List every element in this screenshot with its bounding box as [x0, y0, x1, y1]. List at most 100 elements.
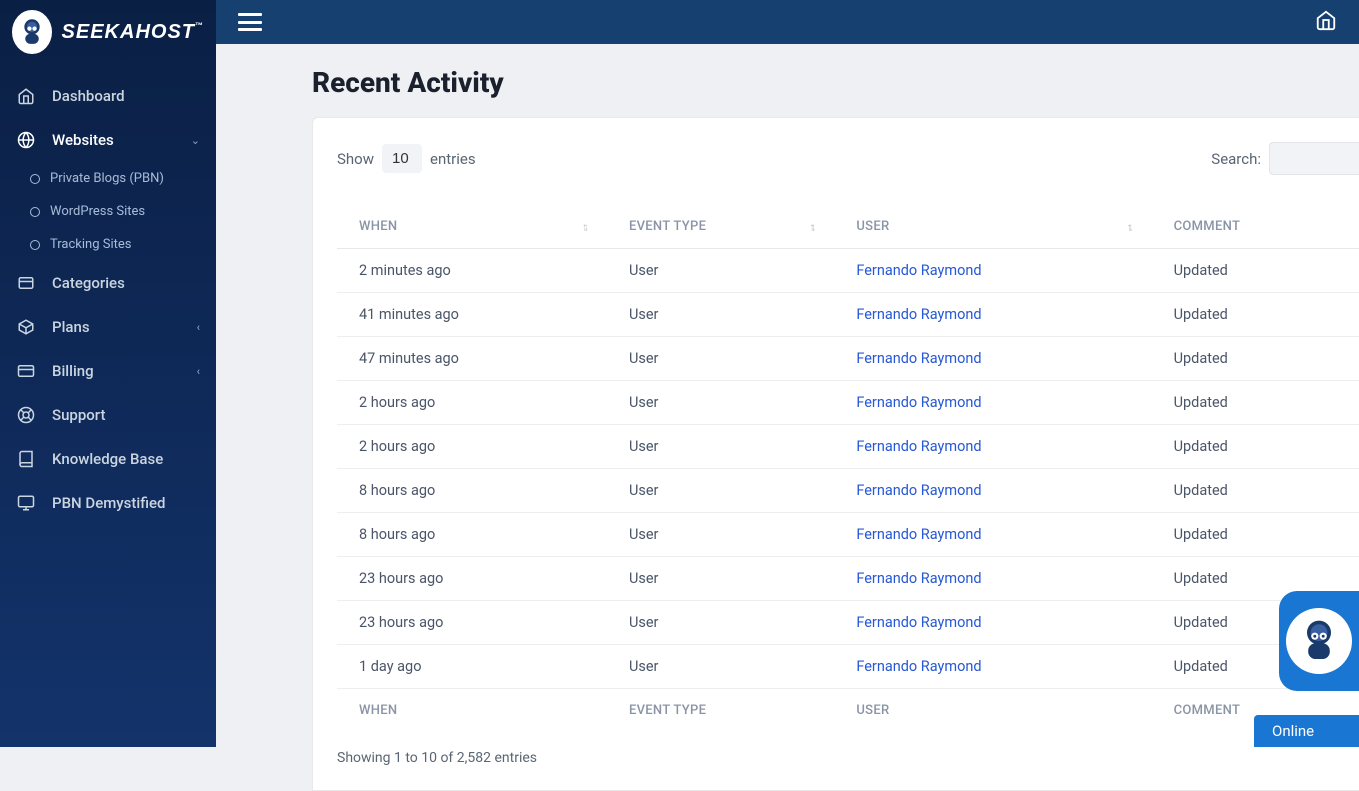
cell-user: Fernando Raymond: [834, 557, 1151, 601]
sidebar-item-label: Categories: [52, 274, 125, 292]
sort-icon: ↑↓: [1127, 220, 1130, 233]
user-link[interactable]: Fernando Raymond: [856, 394, 981, 411]
table-row: 23 hours ago User Fernando Raymond Updat…: [337, 557, 1359, 601]
table-row: 2 hours ago User Fernando Raymond Update…: [337, 381, 1359, 425]
user-link[interactable]: Fernando Raymond: [856, 658, 981, 675]
column-footer-event-type: EVENT TYPE: [607, 689, 834, 733]
cell-user: Fernando Raymond: [834, 381, 1151, 425]
monitor-icon: [16, 493, 36, 513]
user-link[interactable]: Fernando Raymond: [856, 482, 981, 499]
cell-comment: Updated: [1152, 249, 1359, 293]
cell-comment: Updated: [1152, 513, 1359, 557]
cell-user: Fernando Raymond: [834, 425, 1151, 469]
sidebar-item-label: Dashboard: [52, 87, 125, 105]
table-info: Showing 1 to 10 of 2,582 entries: [337, 732, 1359, 766]
user-link[interactable]: Fernando Raymond: [856, 262, 981, 279]
sidebar-subitem-private-blogs[interactable]: Private Blogs (PBN): [0, 162, 216, 195]
cell-user: Fernando Raymond: [834, 337, 1151, 381]
show-label: Show: [337, 150, 374, 168]
sidebar-item-label: PBN Demystified: [52, 494, 165, 512]
sidebar-subitem-wordpress[interactable]: WordPress Sites: [0, 195, 216, 228]
sidebar-item-websites[interactable]: Websites ⌄: [0, 118, 216, 162]
sidebar-item-pbn-demystified[interactable]: PBN Demystified: [0, 481, 216, 525]
cell-event-type: User: [607, 469, 834, 513]
sidebar-item-label: Support: [52, 406, 105, 424]
menu-toggle-button[interactable]: [238, 13, 262, 31]
sidebar-nav: Dashboard Websites ⌄ Private Blogs (PBN)…: [0, 74, 216, 525]
sidebar-subitem-tracking[interactable]: Tracking Sites: [0, 228, 216, 261]
search-control: Search:: [1211, 142, 1359, 175]
sidebar-item-categories[interactable]: Categories: [0, 261, 216, 305]
brand-avatar: [12, 10, 52, 54]
bullet-icon: [30, 240, 40, 250]
column-footer-when: WHEN: [337, 689, 607, 733]
cell-user: Fernando Raymond: [834, 645, 1151, 689]
sidebar-item-label: Websites: [52, 131, 114, 149]
cell-event-type: User: [607, 249, 834, 293]
cell-comment: Updated: [1152, 469, 1359, 513]
table-row: 41 minutes ago User Fernando Raymond Upd…: [337, 293, 1359, 337]
sidebar-item-plans[interactable]: Plans ‹: [0, 305, 216, 349]
sidebar-subitem-label: Tracking Sites: [50, 237, 132, 252]
column-header-when[interactable]: WHEN ↑↓: [337, 205, 607, 249]
page-size-select[interactable]: [382, 144, 422, 173]
column-header-event-type[interactable]: EVENT TYPE ↑↓: [607, 205, 834, 249]
card-icon: [16, 361, 36, 381]
user-link[interactable]: Fernando Raymond: [856, 306, 981, 323]
cell-user: Fernando Raymond: [834, 249, 1151, 293]
search-input[interactable]: [1269, 142, 1359, 175]
cell-user: Fernando Raymond: [834, 293, 1151, 337]
cell-comment: Updated: [1152, 293, 1359, 337]
sidebar-item-dashboard[interactable]: Dashboard: [0, 74, 216, 118]
cell-when: 23 hours ago: [337, 557, 607, 601]
chevron-down-icon: ⌄: [191, 134, 200, 147]
sidebar-item-label: Plans: [52, 318, 90, 336]
user-link[interactable]: Fernando Raymond: [856, 614, 981, 631]
search-label: Search:: [1211, 150, 1261, 168]
cell-comment: Updated: [1152, 337, 1359, 381]
cell-event-type: User: [607, 601, 834, 645]
bullet-icon: [30, 174, 40, 184]
page-title: Recent Activity: [216, 44, 1359, 117]
sort-icon: ↑↓: [809, 220, 812, 233]
user-link[interactable]: Fernando Raymond: [856, 526, 981, 543]
cell-user: Fernando Raymond: [834, 513, 1151, 557]
cell-event-type: User: [607, 513, 834, 557]
cell-when: 47 minutes ago: [337, 337, 607, 381]
table-row: 23 hours ago User Fernando Raymond Updat…: [337, 601, 1359, 645]
table-header-row: WHEN ↑↓ EVENT TYPE ↑↓ USER ↑↓ COMMENT: [337, 205, 1359, 249]
cell-when: 2 hours ago: [337, 425, 607, 469]
home-icon: [16, 86, 36, 106]
chat-widget-avatar[interactable]: [1279, 591, 1359, 691]
mascot-icon: [15, 15, 49, 49]
home-button[interactable]: [1315, 9, 1337, 35]
sidebar-item-knowledge-base[interactable]: Knowledge Base: [0, 437, 216, 481]
cell-event-type: User: [607, 381, 834, 425]
sidebar-item-label: Knowledge Base: [52, 450, 163, 468]
sidebar-subitem-label: WordPress Sites: [50, 204, 145, 219]
chat-status-bar[interactable]: Online: [1254, 715, 1359, 747]
user-link[interactable]: Fernando Raymond: [856, 438, 981, 455]
box-icon: [16, 317, 36, 337]
cell-comment: Updated: [1152, 425, 1359, 469]
table-toolbar: Show entries Search:: [337, 142, 1359, 205]
cell-when: 8 hours ago: [337, 469, 607, 513]
column-header-user[interactable]: USER ↑↓: [834, 205, 1151, 249]
cell-event-type: User: [607, 293, 834, 337]
table-row: 47 minutes ago User Fernando Raymond Upd…: [337, 337, 1359, 381]
table-row: 8 hours ago User Fernando Raymond Update…: [337, 469, 1359, 513]
topbar: [216, 0, 1359, 44]
sidebar: SEEKAHOST™ Dashboard Websites ⌄ Private …: [0, 0, 216, 747]
cell-event-type: User: [607, 337, 834, 381]
logo-area[interactable]: SEEKAHOST™: [0, 0, 216, 64]
column-header-comment[interactable]: COMMENT: [1152, 205, 1359, 249]
cell-when: 23 hours ago: [337, 601, 607, 645]
user-link[interactable]: Fernando Raymond: [856, 570, 981, 587]
sidebar-item-support[interactable]: Support: [0, 393, 216, 437]
entries-label: entries: [430, 150, 476, 168]
user-link[interactable]: Fernando Raymond: [856, 350, 981, 367]
table-row: 2 minutes ago User Fernando Raymond Upda…: [337, 249, 1359, 293]
categories-icon: [16, 273, 36, 293]
cell-event-type: User: [607, 645, 834, 689]
sidebar-item-billing[interactable]: Billing ‹: [0, 349, 216, 393]
